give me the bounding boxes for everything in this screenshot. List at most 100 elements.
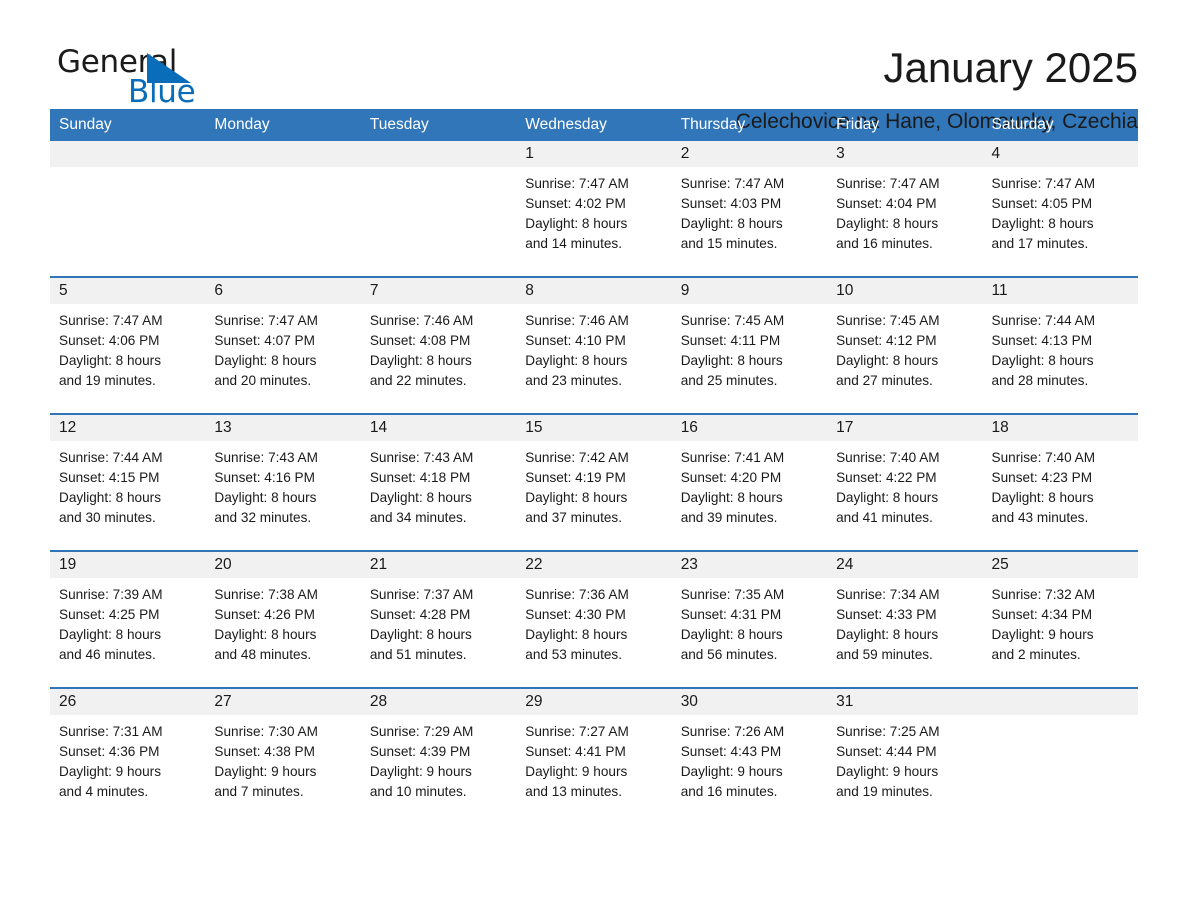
sunrise-time: Sunrise: 7:44 AM bbox=[59, 450, 163, 465]
daylight-duration-line1: Daylight: 8 hours bbox=[214, 627, 317, 642]
sunset-time: Sunset: 4:11 PM bbox=[680, 333, 781, 348]
sunset-time: Sunset: 4:19 PM bbox=[525, 470, 626, 485]
day-number: 24 bbox=[827, 552, 983, 578]
day-cell[interactable]: 7 Sunrise: 7:46 AM Sunset: 4:08 PM Daylight… bbox=[360, 276, 517, 414]
page-title: January 2025 bbox=[883, 44, 1138, 91]
sunrise-time: Sunrise: 7:36 AM bbox=[525, 587, 629, 602]
day-cell[interactable]: 27 Sunrise: 7:30 AM Sunset: 4:38 PM Dayligh… bbox=[205, 687, 361, 824]
sunrise-time: Sunrise: 7:47 AM bbox=[836, 176, 940, 191]
daylight-duration-line1: Daylight: 8 hours bbox=[369, 627, 472, 642]
daylight-duration-line2: and 27 minutes. bbox=[836, 373, 933, 388]
sunset-time: Sunset: 4:02 PM bbox=[525, 196, 626, 211]
sunset-time: Sunset: 4:03 PM bbox=[680, 196, 782, 211]
daylight-duration-line2: and 51 minutes. bbox=[369, 647, 467, 662]
daylight-duration-line2: and 59 minutes. bbox=[836, 647, 933, 662]
day-number: 31 bbox=[827, 689, 983, 715]
day-cell[interactable]: 22 Sunrise: 7:36 AM Sunset: 4:30 PM Dayligh… bbox=[516, 550, 672, 688]
sunset-time: Sunset: 4:25 PM bbox=[59, 607, 160, 622]
day-details: Sunrise: 7:40 AM Sunset: 4:23 PM Daylight:… bbox=[983, 441, 1138, 528]
day-details: Sunrise: 7:47 AM Sunset: 4:02 PM Daylight:… bbox=[516, 167, 671, 254]
sunset-time: Sunset: 4:26 PM bbox=[214, 607, 315, 622]
day-number: 7 bbox=[360, 278, 517, 304]
daylight-duration-line1: Daylight: 8 hours bbox=[214, 353, 317, 368]
day-cell[interactable]: 8 Sunrise: 7:46 AM Sunset: 4:10 PM Daylight… bbox=[516, 276, 672, 414]
daylight-duration-line2: and 56 minutes. bbox=[680, 647, 778, 662]
day-cell[interactable]: 10 Sunrise: 7:45 AM Sunset: 4:12 PM Dayligh… bbox=[827, 276, 983, 414]
day-cell[interactable]: 6 Sunrise: 7:47 AM Sunset: 4:07 PM Daylight… bbox=[205, 276, 361, 414]
day-number bbox=[205, 141, 361, 167]
sunset-time: Sunset: 4:34 PM bbox=[991, 607, 1093, 622]
daylight-duration-line1: Daylight: 8 hours bbox=[525, 627, 628, 642]
day-cell[interactable]: 11 Sunrise: 7:44 AM Sunset: 4:13 PM Dayligh… bbox=[982, 276, 1138, 414]
calendar-body: 1 Sunrise: 7:47 AM Sunset: 4:02 PM Daylight… bbox=[50, 141, 1138, 824]
day-cell[interactable]: 19 Sunrise: 7:39 AM Sunset: 4:25 PM Dayligh… bbox=[50, 550, 206, 688]
day-cell[interactable]: 15 Sunrise: 7:42 AM Sunset: 4:19 PM Dayligh… bbox=[516, 413, 672, 551]
day-details: Sunrise: 7:45 AM Sunset: 4:11 PM Daylight:… bbox=[672, 304, 827, 391]
day-cell[interactable]: 13 Sunrise: 7:43 AM Sunset: 4:16 PM Dayligh… bbox=[205, 413, 361, 551]
day-details: Sunrise: 7:44 AM Sunset: 4:15 PM Daylight:… bbox=[50, 441, 205, 528]
daylight-duration-line1: Daylight: 8 hours bbox=[836, 490, 939, 505]
day-cell-empty bbox=[50, 141, 206, 277]
sunset-time: Sunset: 4:44 PM bbox=[836, 744, 937, 759]
day-details: Sunrise: 7:43 AM Sunset: 4:16 PM Daylight:… bbox=[205, 441, 360, 528]
daylight-duration-line2: and 10 minutes. bbox=[369, 784, 467, 799]
day-details: Sunrise: 7:40 AM Sunset: 4:22 PM Daylight:… bbox=[827, 441, 982, 528]
day-cell[interactable]: 25 Sunrise: 7:32 AM Sunset: 4:34 PM Dayligh… bbox=[982, 550, 1138, 688]
sunset-time: Sunset: 4:12 PM bbox=[836, 333, 937, 348]
day-cell[interactable]: 21 Sunrise: 7:37 AM Sunset: 4:28 PM Dayligh… bbox=[360, 550, 517, 688]
day-cell[interactable]: 28 Sunrise: 7:29 AM Sunset: 4:39 PM Dayligh… bbox=[360, 687, 517, 824]
day-number: 18 bbox=[982, 415, 1138, 441]
day-cell[interactable]: 30 Sunrise: 7:26 AM Sunset: 4:43 PM Dayligh… bbox=[671, 687, 828, 824]
day-cell[interactable]: 4 Sunrise: 7:47 AM Sunset: 4:05 PM Daylight… bbox=[982, 141, 1138, 277]
general-blue-logo[interactable]: General Blue bbox=[50, 44, 250, 122]
day-details: Sunrise: 7:47 AM Sunset: 4:05 PM Daylight:… bbox=[983, 167, 1138, 254]
daylight-duration-line1: Daylight: 8 hours bbox=[836, 353, 939, 368]
daylight-duration-line1: Daylight: 8 hours bbox=[991, 490, 1094, 505]
daylight-duration-line2: and 15 minutes. bbox=[680, 236, 778, 251]
day-cell[interactable]: 2 Sunrise: 7:47 AM Sunset: 4:03 PM Daylight… bbox=[671, 141, 828, 277]
day-cell[interactable]: 31 Sunrise: 7:25 AM Sunset: 4:44 PM Dayligh… bbox=[827, 687, 983, 824]
day-cell[interactable]: 23 Sunrise: 7:35 AM Sunset: 4:31 PM Dayligh… bbox=[671, 550, 828, 688]
day-cell[interactable]: 9 Sunrise: 7:45 AM Sunset: 4:11 PM Daylight… bbox=[671, 276, 828, 414]
sunset-time: Sunset: 4:36 PM bbox=[59, 744, 160, 759]
day-cell-empty bbox=[982, 687, 1138, 824]
daylight-duration-line2: and 46 minutes. bbox=[59, 647, 156, 662]
daylight-duration-line2: and 19 minutes. bbox=[836, 784, 933, 799]
day-number: 21 bbox=[360, 552, 517, 578]
day-cell[interactable]: 12 Sunrise: 7:44 AM Sunset: 4:15 PM Dayligh… bbox=[50, 413, 206, 551]
sunset-time: Sunset: 4:33 PM bbox=[836, 607, 937, 622]
day-cell[interactable]: 3 Sunrise: 7:47 AM Sunset: 4:04 PM Daylight… bbox=[827, 141, 983, 277]
day-cell[interactable]: 24 Sunrise: 7:34 AM Sunset: 4:33 PM Dayligh… bbox=[827, 550, 983, 688]
daylight-duration-line1: Daylight: 9 hours bbox=[525, 764, 628, 779]
daylight-duration-line1: Daylight: 9 hours bbox=[369, 764, 472, 779]
day-number: 20 bbox=[205, 552, 361, 578]
day-details: Sunrise: 7:39 AM Sunset: 4:25 PM Daylight:… bbox=[50, 578, 205, 665]
day-cell[interactable]: 14 Sunrise: 7:43 AM Sunset: 4:18 PM Dayligh… bbox=[360, 413, 517, 551]
day-cell[interactable]: 26 Sunrise: 7:31 AM Sunset: 4:36 PM Dayligh… bbox=[50, 687, 206, 824]
daylight-duration-line2: and 13 minutes. bbox=[525, 784, 622, 799]
day-cell[interactable]: 5 Sunrise: 7:47 AM Sunset: 4:06 PM Daylight… bbox=[50, 276, 206, 414]
day-cell[interactable]: 20 Sunrise: 7:38 AM Sunset: 4:26 PM Dayligh… bbox=[205, 550, 361, 688]
sunrise-time: Sunrise: 7:47 AM bbox=[59, 313, 163, 328]
day-cell[interactable]: 29 Sunrise: 7:27 AM Sunset: 4:41 PM Dayligh… bbox=[516, 687, 672, 824]
day-number: 12 bbox=[50, 415, 206, 441]
day-cell[interactable]: 16 Sunrise: 7:41 AM Sunset: 4:20 PM Dayligh… bbox=[671, 413, 828, 551]
sunrise-time: Sunrise: 7:46 AM bbox=[369, 313, 474, 328]
page-header: General Blue January 2025 Celechovice na… bbox=[50, 0, 1138, 133]
daylight-duration-line1: Daylight: 9 hours bbox=[214, 764, 317, 779]
day-cell[interactable]: 17 Sunrise: 7:40 AM Sunset: 4:22 PM Dayligh… bbox=[827, 413, 983, 551]
day-cell[interactable]: 1 Sunrise: 7:47 AM Sunset: 4:02 PM Daylight… bbox=[516, 141, 672, 277]
day-number bbox=[982, 689, 1138, 715]
day-number: 26 bbox=[50, 689, 206, 715]
daylight-duration-line2: and 4 minutes. bbox=[59, 784, 149, 799]
day-cell[interactable]: 18 Sunrise: 7:40 AM Sunset: 4:23 PM Dayligh… bbox=[982, 413, 1138, 551]
daylight-duration-line2: and 19 minutes. bbox=[59, 373, 156, 388]
daylight-duration-line1: Daylight: 8 hours bbox=[369, 490, 472, 505]
daylight-duration-line2: and 34 minutes. bbox=[369, 510, 467, 525]
day-details: Sunrise: 7:36 AM Sunset: 4:30 PM Daylight:… bbox=[516, 578, 671, 665]
daylight-duration-line2: and 16 minutes. bbox=[836, 236, 933, 251]
daylight-duration-line1: Daylight: 8 hours bbox=[59, 627, 162, 642]
daylight-duration-line2: and 43 minutes. bbox=[991, 510, 1089, 525]
day-number: 27 bbox=[205, 689, 361, 715]
day-number: 2 bbox=[671, 141, 828, 167]
